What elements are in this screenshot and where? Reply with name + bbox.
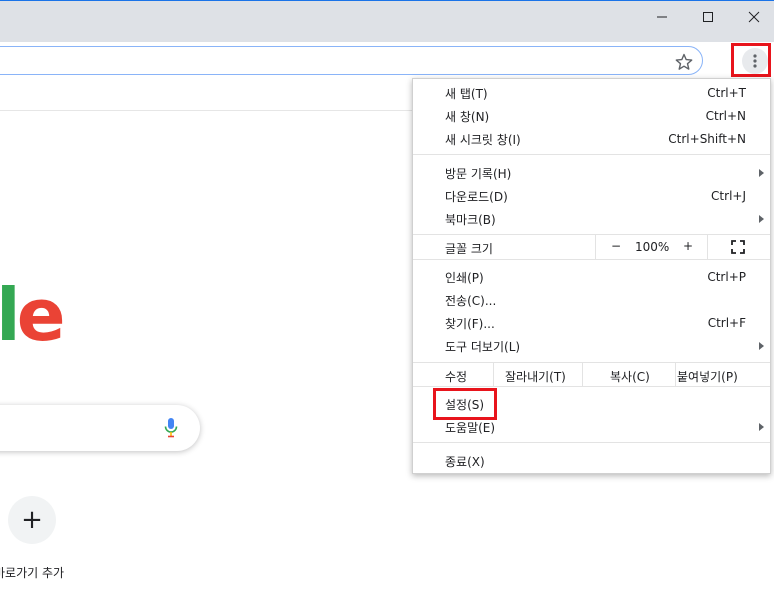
logo-letter-e: e bbox=[16, 273, 66, 357]
submenu-arrow-icon bbox=[759, 423, 764, 431]
cell-divider bbox=[675, 363, 676, 387]
menu-item-shortcut: Ctrl+F bbox=[707, 316, 746, 330]
menu-item-bookmarks[interactable]: 북마크(B) bbox=[413, 208, 770, 230]
zoom-value: 100% bbox=[635, 240, 670, 254]
maximize-icon[interactable] bbox=[685, 1, 731, 32]
menu-item-label: 종료(X) bbox=[445, 454, 485, 469]
menu-item-find[interactable]: 찾기(F)... Ctrl+F bbox=[413, 312, 770, 334]
title-bar bbox=[0, 0, 774, 42]
cell-divider bbox=[493, 363, 494, 387]
add-shortcut-label: 바로가기 추가 bbox=[0, 566, 65, 580]
menu-item-label: 설정(S) bbox=[445, 397, 485, 412]
menu-item-history[interactable]: 방문 기록(H) bbox=[413, 162, 770, 184]
menu-separator bbox=[413, 259, 770, 260]
menu-separator bbox=[413, 154, 770, 155]
zoom-in-button[interactable]: + bbox=[683, 239, 693, 253]
menu-item-shortcut: Ctrl+Shift+N bbox=[668, 132, 746, 146]
cell-divider bbox=[707, 235, 708, 259]
menu-item-downloads[interactable]: 다운로드(D) Ctrl+J bbox=[413, 185, 770, 207]
menu-item-label: 새 탭(T) bbox=[445, 86, 488, 101]
menu-item-label: 인쇄(P) bbox=[445, 270, 484, 285]
menu-item-shortcut: Ctrl+N bbox=[705, 109, 746, 123]
menu-item-label: 북마크(B) bbox=[445, 212, 496, 227]
address-bar[interactable] bbox=[0, 46, 703, 75]
menu-item-label: 도구 더보기(L) bbox=[445, 339, 521, 354]
minimize-icon[interactable] bbox=[639, 1, 685, 32]
plus-icon: + bbox=[21, 505, 43, 535]
zoom-out-button[interactable]: − bbox=[611, 239, 621, 253]
edit-row: 수정 잘라내기(T) 복사(C) 붙여넣기(P) bbox=[413, 363, 770, 387]
menu-separator bbox=[413, 442, 770, 443]
logo-letter-l: l bbox=[0, 273, 21, 357]
zoom-label: 글꼴 크기 bbox=[445, 242, 493, 256]
paste-button[interactable]: 붙여넣기(P) bbox=[677, 368, 738, 385]
menu-item-cast[interactable]: 전송(C)... bbox=[413, 289, 770, 311]
cut-button[interactable]: 잘라내기(T) bbox=[505, 368, 566, 385]
menu-item-print[interactable]: 인쇄(P) Ctrl+P bbox=[413, 266, 770, 288]
menu-item-shortcut: Ctrl+J bbox=[711, 189, 746, 203]
menu-separator bbox=[413, 386, 770, 387]
google-logo-partial: le bbox=[0, 279, 66, 351]
menu-item-settings[interactable]: 설정(S) bbox=[413, 393, 770, 415]
star-icon[interactable] bbox=[673, 51, 695, 73]
close-icon[interactable] bbox=[731, 1, 774, 32]
menu-item-exit[interactable]: 종료(X) bbox=[413, 450, 770, 472]
add-shortcut-button[interactable]: + bbox=[8, 496, 56, 544]
menu-item-new-window[interactable]: 새 창(N) Ctrl+N bbox=[413, 105, 770, 127]
more-vert-icon[interactable] bbox=[742, 48, 768, 74]
menu-item-shortcut: Ctrl+P bbox=[707, 270, 746, 284]
menu-item-label: 다운로드(D) bbox=[445, 189, 508, 204]
menu-item-label: 전송(C)... bbox=[445, 293, 497, 308]
menu-item-new-tab[interactable]: 새 탭(T) Ctrl+T bbox=[413, 82, 770, 104]
cell-divider bbox=[582, 363, 583, 387]
menu-item-label: 새 창(N) bbox=[445, 109, 490, 124]
menu-item-help[interactable]: 도움말(E) bbox=[413, 416, 770, 438]
copy-button[interactable]: 복사(C) bbox=[610, 368, 650, 385]
menu-item-new-incognito[interactable]: 새 시크릿 창(I) Ctrl+Shift+N bbox=[413, 128, 770, 150]
chrome-menu: 새 탭(T) Ctrl+T 새 창(N) Ctrl+N 새 시크릿 창(I) C… bbox=[412, 78, 771, 474]
menu-item-label: 도움말(E) bbox=[445, 420, 496, 435]
submenu-arrow-icon bbox=[759, 215, 764, 223]
menu-item-label: 찾기(F)... bbox=[445, 316, 495, 331]
zoom-row: 글꼴 크기 − 100% + bbox=[413, 235, 770, 259]
edit-label: 수정 bbox=[445, 370, 468, 384]
menu-item-label: 새 시크릿 창(I) bbox=[445, 132, 521, 147]
menu-item-shortcut: Ctrl+T bbox=[707, 86, 746, 100]
fullscreen-icon[interactable] bbox=[731, 240, 745, 254]
menu-item-label: 방문 기록(H) bbox=[445, 166, 512, 181]
menu-item-more-tools[interactable]: 도구 더보기(L) bbox=[413, 335, 770, 357]
submenu-arrow-icon bbox=[759, 169, 764, 177]
microphone-icon[interactable] bbox=[163, 417, 179, 439]
ntp-divider bbox=[0, 110, 412, 111]
cell-divider bbox=[595, 235, 596, 259]
browser-toolbar bbox=[0, 42, 774, 79]
submenu-arrow-icon bbox=[759, 342, 764, 350]
